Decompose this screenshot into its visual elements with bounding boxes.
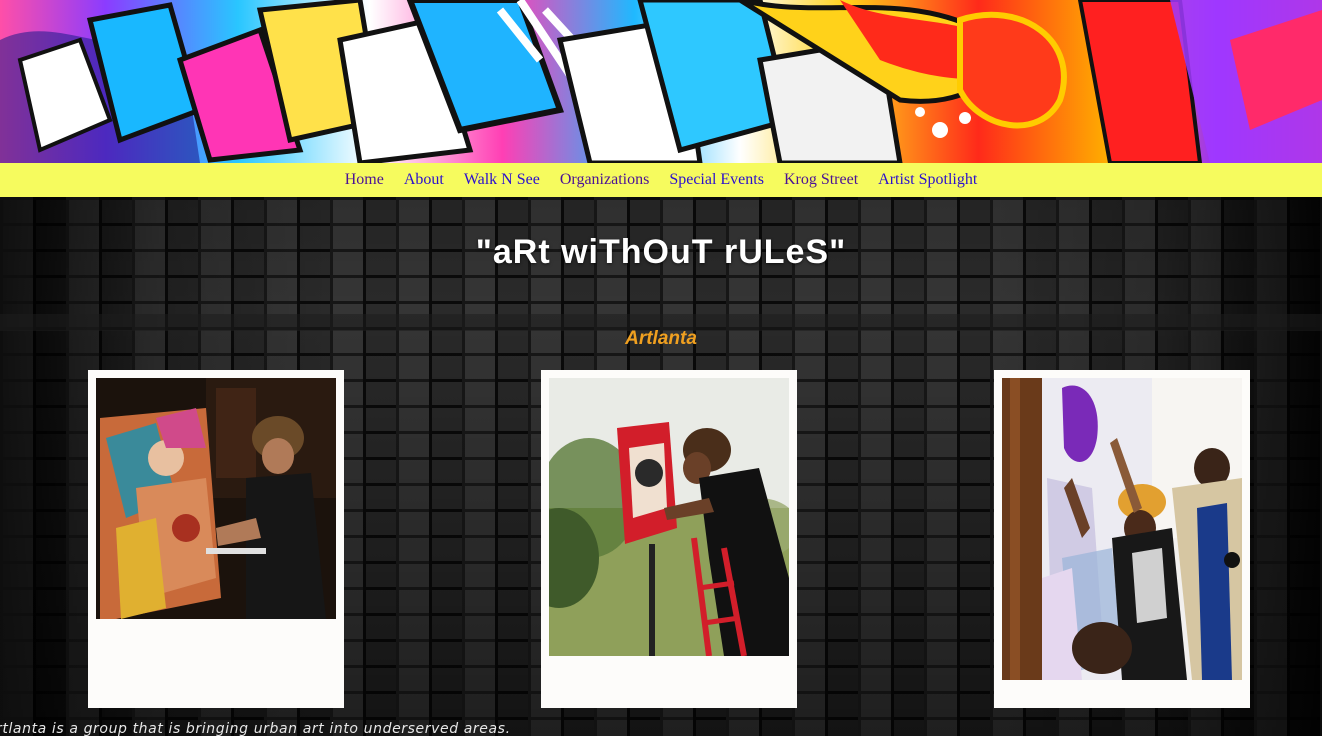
nav-artist-spotlight[interactable]: Artist Spotlight [878,163,977,197]
graffiti-banner-image [0,0,1322,163]
artist-painting-canvas-photo [96,378,336,619]
main-navigation: Home About Walk N See Organizations Spec… [0,163,1322,197]
artist-painting-sign-photo [549,378,789,656]
page-subtitle: Artlanta [625,328,697,349]
nav-home[interactable]: Home [345,163,384,197]
photo-card-1[interactable] [88,370,344,708]
graffiti-artwork [0,0,1322,163]
nav-walk-n-see[interactable]: Walk N See [464,163,540,197]
photo-card-2[interactable] [541,370,797,708]
group-painting-mural-photo [1002,378,1242,680]
intro-description: rtlanta is a group that is bringing urba… [0,721,511,736]
nav-special-events[interactable]: Special Events [669,163,764,197]
page-title: "aRt wiThOuT rULeS" [475,233,847,271]
main-content: "aRt wiThOuT rULeS" Artlanta rtlanta is … [0,197,1322,736]
nav-organizations[interactable]: Organizations [560,163,649,197]
nav-krog-street[interactable]: Krog Street [784,163,858,197]
nav-about[interactable]: About [404,163,444,197]
photo-card-3[interactable] [994,370,1250,708]
